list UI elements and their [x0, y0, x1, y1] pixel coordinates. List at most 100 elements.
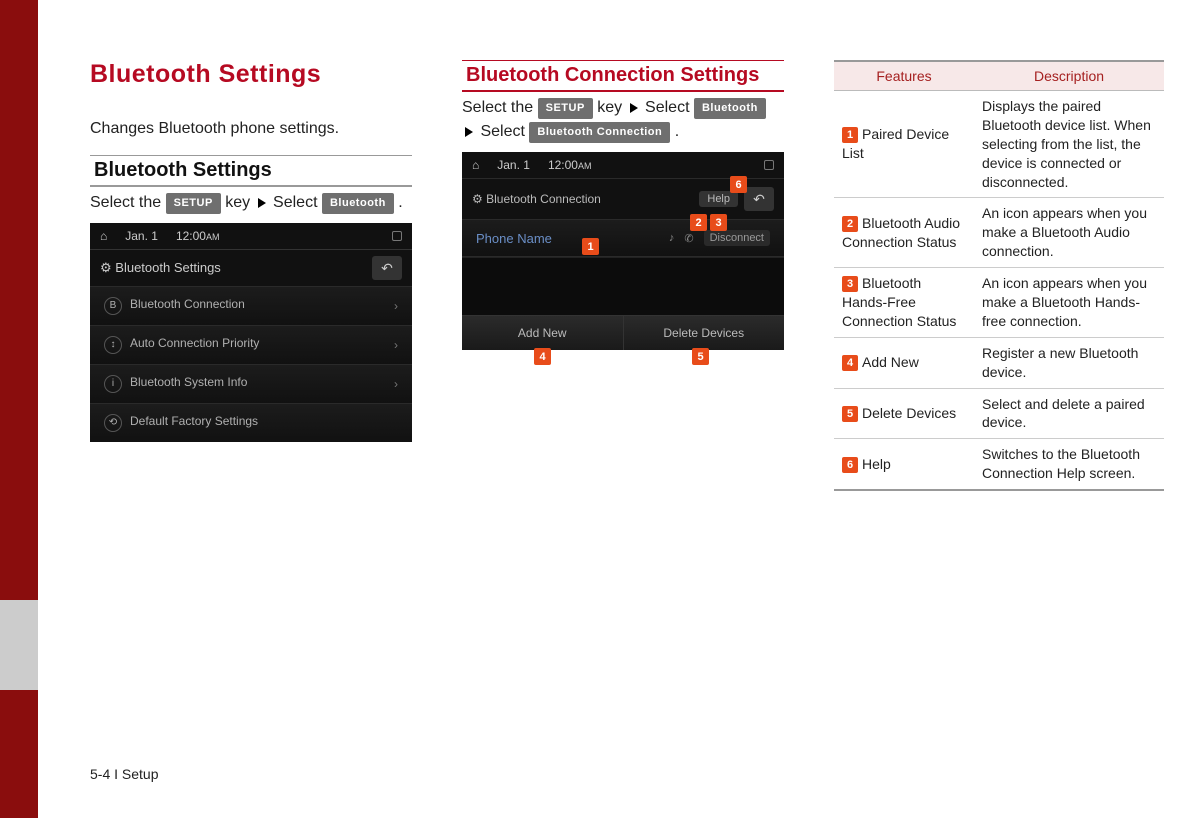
screenshot-bt-connection: ⌂ Jan. 1 12:00AM ⚙ Bluetooth Connection …: [462, 152, 784, 350]
step-prefix: Select the: [90, 194, 166, 211]
desc-4: Register a new Bluetooth device.: [974, 337, 1164, 388]
sc1-row-2: ↕ Auto Connection Priority ›: [90, 325, 412, 364]
sc1-date: Jan. 1: [125, 229, 158, 243]
column-1: Bluetooth Settings Changes Bluetooth pho…: [90, 60, 412, 491]
screenshot-bt-settings: ⌂ Jan. 1 12:00AM ⚙ Bluetooth Settings ↶ …: [90, 223, 412, 442]
bluetooth-key-button-2: Bluetooth: [694, 98, 766, 119]
select-word: Select: [273, 194, 322, 211]
back-icon: ↶: [744, 187, 774, 211]
mic-icon: [392, 231, 402, 241]
sc1-statusbar: ⌂ Jan. 1 12:00AM: [90, 223, 412, 249]
heading-bt-connection: Bluetooth Connection Settings: [462, 60, 784, 92]
chevron-right-icon: ›: [394, 377, 398, 391]
step-line-2: Select the SETUP key Select Bluetooth Se…: [462, 96, 784, 144]
step2-select: Select: [645, 99, 694, 116]
home-icon: ⌂: [472, 158, 479, 172]
setup-key-button: SETUP: [166, 193, 221, 214]
chevron-right-icon: ›: [394, 338, 398, 352]
callout-4: 4: [534, 348, 551, 365]
features-table: Features Description 1Paired Device List…: [834, 60, 1164, 491]
left-gray-tab: [0, 600, 38, 690]
badge-2: 2: [842, 216, 858, 232]
sc2-date: Jan. 1: [497, 158, 530, 172]
sc2-heading: Bluetooth Connection: [486, 192, 601, 206]
sc1-row-3-label: Bluetooth System Info: [130, 375, 247, 389]
feature-6: Help: [862, 456, 891, 472]
sc2-empty-area: [462, 257, 784, 315]
sc1-row-1-label: Bluetooth Connection: [130, 297, 245, 311]
sc2-ampm: AM: [578, 161, 592, 171]
feature-2: Bluetooth Audio Connection Status: [842, 215, 960, 250]
step2-prefix: Select the: [462, 99, 538, 116]
sc1-titlebar: ⚙ Bluetooth Settings ↶: [90, 249, 412, 286]
btconn-key-button: Bluetooth Connection: [529, 122, 670, 143]
chevron-right-icon: ›: [394, 299, 398, 313]
sc2-time: 12:00: [548, 158, 578, 172]
callout-2: 2: [690, 214, 707, 231]
column-2: Bluetooth Connection Settings Select the…: [462, 60, 784, 491]
badge-6: 6: [842, 457, 858, 473]
desc-2: An icon appears when you make a Bluetoot…: [974, 198, 1164, 268]
delete-devices-button: Delete Devices: [623, 315, 785, 350]
sc1-row-2-label: Auto Connection Priority: [130, 336, 259, 350]
page-footer: 5-4 I Setup: [90, 766, 159, 782]
bluetooth-key-button: Bluetooth: [322, 193, 394, 214]
sc1-ampm: AM: [206, 232, 220, 242]
sc1-row-3: i Bluetooth System Info ›: [90, 364, 412, 403]
table-row: 1Paired Device List Displays the paired …: [834, 91, 1164, 198]
left-red-sidebar: [0, 0, 38, 818]
triangle-icon: [465, 127, 473, 137]
sc1-row-1: B Bluetooth Connection ›: [90, 286, 412, 325]
step2-mid: key: [597, 99, 626, 116]
sc1-row-4-label: Default Factory Settings: [130, 414, 258, 428]
home-icon: ⌂: [100, 229, 107, 243]
feature-1: Paired Device List: [842, 126, 949, 161]
info-icon: i: [104, 375, 122, 393]
feature-5: Delete Devices: [862, 405, 956, 421]
triangle-icon: [258, 198, 266, 208]
table-row: 4Add New Register a new Bluetooth device…: [834, 337, 1164, 388]
sc2-button-row: Add New Delete Devices: [462, 315, 784, 350]
disconnect-button: Disconnect: [704, 230, 770, 246]
sc1-time: 12:00: [176, 229, 206, 243]
phone-name: Phone Name: [476, 231, 552, 246]
callout-5: 5: [692, 348, 709, 365]
table-row: 3Bluetooth Hands-Free Connection Status …: [834, 268, 1164, 338]
intro-text: Changes Bluetooth phone settings.: [90, 117, 412, 141]
table-row: 6Help Switches to the Bluetooth Connecti…: [834, 439, 1164, 490]
desc-1: Displays the paired Bluetooth device lis…: [974, 91, 1164, 198]
priority-icon: ↕: [104, 336, 122, 354]
back-icon: ↶: [372, 256, 402, 280]
column-3: Features Description 1Paired Device List…: [834, 60, 1164, 491]
gear-icon: ⚙: [100, 260, 112, 275]
sc2-statusbar: ⌂ Jan. 1 12:00AM: [462, 152, 784, 178]
desc-6: Switches to the Bluetooth Connection Hel…: [974, 439, 1164, 490]
triangle-icon: [630, 103, 638, 113]
feature-3: Bluetooth Hands-Free Connection Status: [842, 275, 956, 329]
desc-3: An icon appears when you make a Bluetoot…: [974, 268, 1164, 338]
sc1-row-4: ⟲ Default Factory Settings: [90, 403, 412, 442]
page-content: Bluetooth Settings Changes Bluetooth pho…: [90, 60, 1150, 491]
bt-icon: B: [104, 297, 122, 315]
table-row: 2Bluetooth Audio Connection Status An ic…: [834, 198, 1164, 268]
feature-4: Add New: [862, 354, 919, 370]
badge-4: 4: [842, 355, 858, 371]
sc2-phone-row: Phone Name ♪ ✆ Disconnect: [462, 219, 784, 257]
reset-icon: ⟲: [104, 414, 122, 432]
callout-3: 3: [710, 214, 727, 231]
table-row: 5Delete Devices Select and delete a pair…: [834, 388, 1164, 439]
step-line-1: Select the SETUP key Select Bluetooth .: [90, 191, 412, 215]
setup-key-button-2: SETUP: [538, 98, 593, 119]
step2-select2: Select: [480, 123, 529, 140]
callout-6: 6: [730, 176, 747, 193]
badge-1: 1: [842, 127, 858, 143]
handset-icon: ✆: [684, 232, 693, 245]
badge-5: 5: [842, 406, 858, 422]
th-features: Features: [834, 61, 974, 91]
subheading-bt-settings: Bluetooth Settings: [90, 155, 412, 187]
callout-1: 1: [582, 238, 599, 255]
desc-5: Select and delete a paired device.: [974, 388, 1164, 439]
add-new-button: Add New: [462, 315, 623, 350]
th-description: Description: [974, 61, 1164, 91]
sc1-heading: Bluetooth Settings: [115, 260, 221, 275]
